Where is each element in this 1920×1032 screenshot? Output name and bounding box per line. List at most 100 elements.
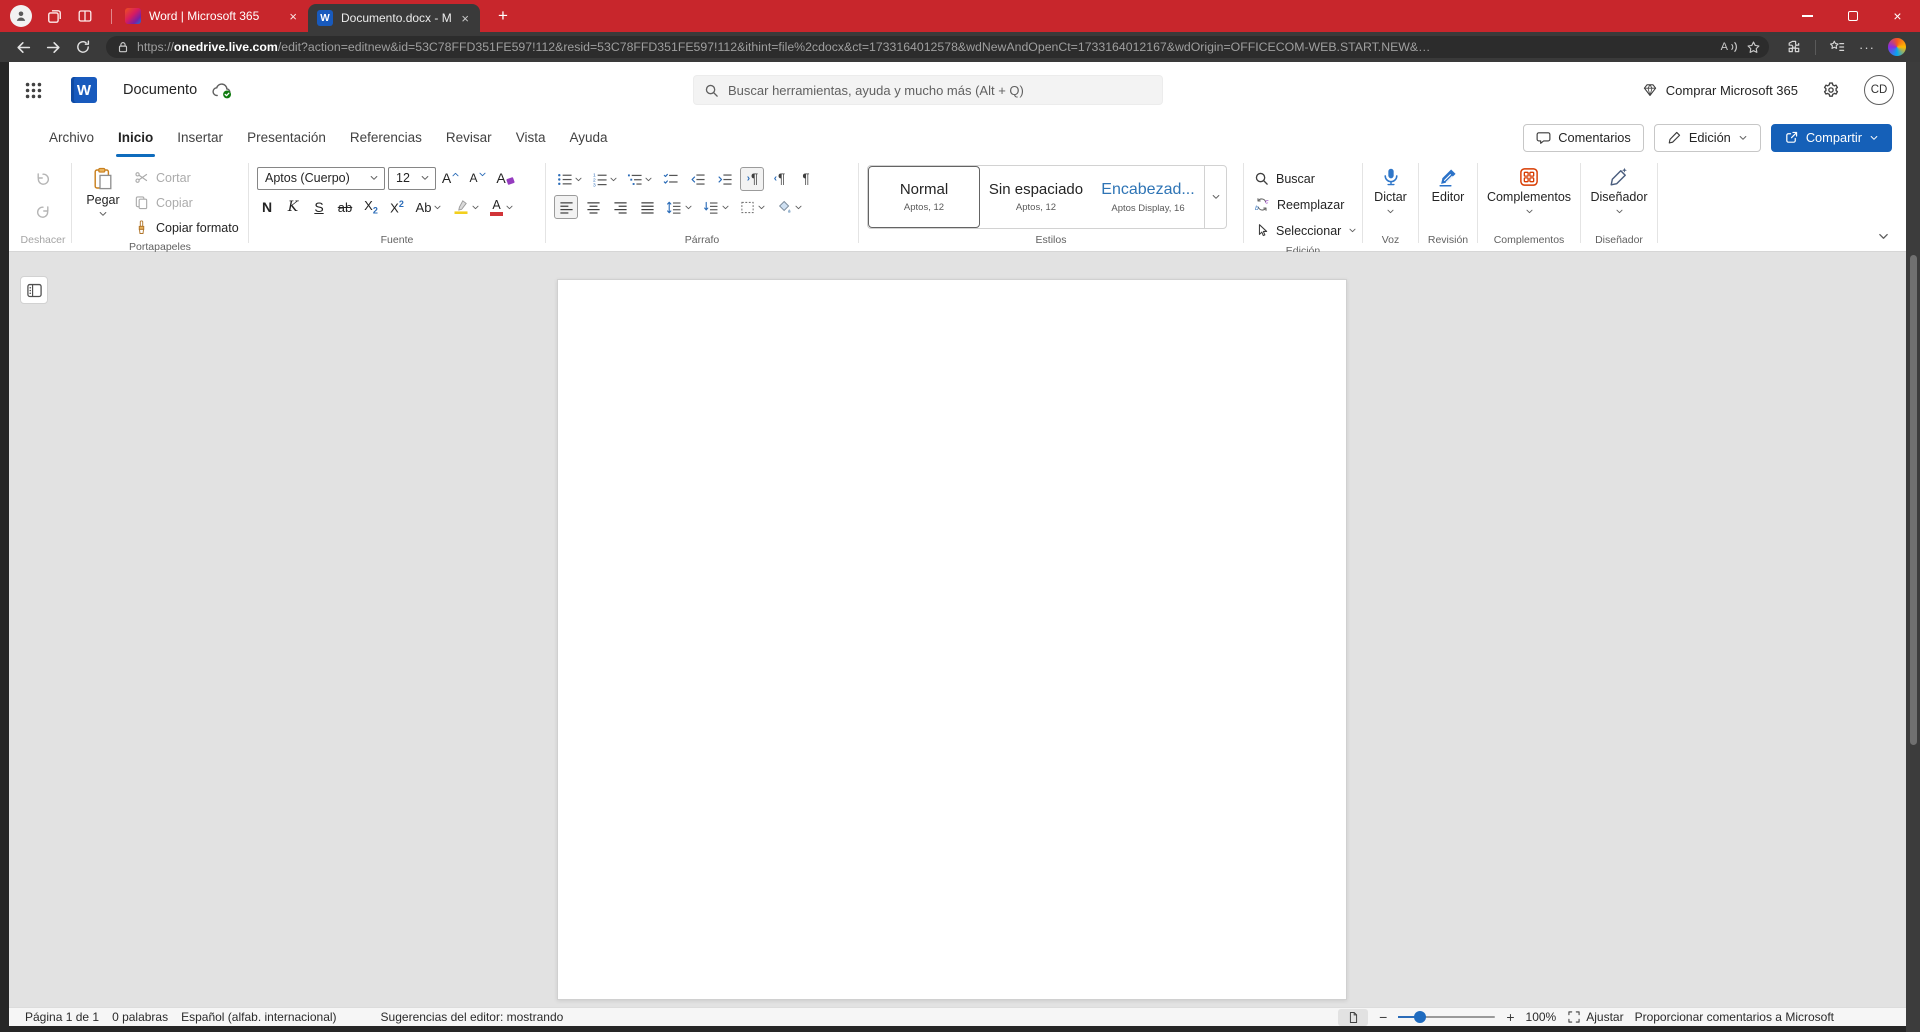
settings-gear-icon[interactable] xyxy=(1822,81,1840,99)
page-navigation-button[interactable] xyxy=(20,276,48,304)
underline-button[interactable]: S xyxy=(307,195,331,219)
page-count-status[interactable]: Página 1 de 1 xyxy=(25,1010,99,1024)
browser-tab-documento[interactable]: W Documento.docx - Microsoft Wor × xyxy=(308,4,480,32)
tab-archivo[interactable]: Archivo xyxy=(37,118,106,157)
lock-icon[interactable] xyxy=(116,40,130,54)
tab-ayuda[interactable]: Ayuda xyxy=(557,118,619,157)
workspaces-icon[interactable] xyxy=(46,8,63,25)
scrollbar[interactable] xyxy=(1906,62,1920,1032)
styles-gallery-expand-button[interactable] xyxy=(1204,166,1226,228)
increase-indent-button[interactable] xyxy=(713,167,737,191)
italic-button[interactable]: K xyxy=(281,195,305,219)
copy-button[interactable]: Copiar xyxy=(134,192,239,213)
tab-inicio[interactable]: Inicio xyxy=(106,118,165,157)
extensions-icon[interactable] xyxy=(1781,39,1807,55)
refresh-button[interactable] xyxy=(70,35,96,59)
comments-button[interactable]: Comentarios xyxy=(1523,124,1644,152)
numbered-list-button[interactable] xyxy=(589,167,621,191)
style-sin-espaciado[interactable]: Sin espaciadoAptos, 12 xyxy=(980,166,1092,228)
address-bar[interactable]: https://onedrive.live.com/edit?action=ed… xyxy=(106,36,1769,58)
addins-button[interactable]: Complementos xyxy=(1478,165,1580,216)
subscript-button[interactable]: X2 xyxy=(359,195,383,219)
fit-page-button[interactable]: Ajustar xyxy=(1567,1010,1623,1024)
maximize-button[interactable] xyxy=(1830,0,1875,32)
editor-button[interactable]: Editor xyxy=(1419,165,1477,204)
style-normal[interactable]: NormalAptos, 12 xyxy=(868,166,980,228)
paragraph-spacing-button[interactable] xyxy=(699,195,733,219)
feedback-link[interactable]: Proporcionar comentarios a Microsoft xyxy=(1635,1010,1834,1024)
document-title[interactable]: Documento xyxy=(123,82,197,98)
justify-button[interactable] xyxy=(635,195,659,219)
font-family-select[interactable]: Aptos (Cuerpo) xyxy=(257,167,385,190)
app-launcher-waffle-icon[interactable] xyxy=(24,81,43,100)
scrollbar-thumb[interactable] xyxy=(1910,255,1917,745)
document-page[interactable] xyxy=(557,279,1347,1000)
page-view-button[interactable] xyxy=(1338,1009,1368,1026)
select-button[interactable]: Seleccionar xyxy=(1254,219,1362,242)
favorites-icon[interactable] xyxy=(1824,39,1850,55)
split-screen-icon[interactable] xyxy=(77,8,93,24)
account-avatar[interactable]: CD xyxy=(1864,75,1894,105)
tab-referencias[interactable]: Referencias xyxy=(338,118,434,157)
collapse-ribbon-button[interactable] xyxy=(1877,230,1890,243)
bullet-list-button[interactable] xyxy=(554,167,586,191)
browser-tab-word-home[interactable]: Word | Microsoft 365 × xyxy=(116,0,308,32)
replace-button[interactable]: Reemplazar xyxy=(1254,193,1362,216)
tab-close-icon[interactable]: × xyxy=(459,12,471,25)
align-center-button[interactable] xyxy=(581,195,605,219)
ltr-direction-button[interactable]: ›¶ xyxy=(740,167,764,191)
close-window-button[interactable]: × xyxy=(1875,0,1920,32)
borders-button[interactable] xyxy=(736,195,770,219)
line-spacing-button[interactable] xyxy=(662,195,696,219)
buy-microsoft365-button[interactable]: Comprar Microsoft 365 xyxy=(1642,82,1798,98)
align-left-button[interactable] xyxy=(554,195,578,219)
show-formatting-marks-button[interactable]: ¶ xyxy=(794,167,818,191)
settings-more-icon[interactable]: ··· xyxy=(1854,40,1880,55)
zoom-slider[interactable] xyxy=(1398,1011,1495,1023)
language-status[interactable]: Español (alfab. internacional) xyxy=(181,1010,336,1024)
decrease-indent-button[interactable] xyxy=(686,167,710,191)
forward-button[interactable] xyxy=(40,35,66,59)
shading-button[interactable] xyxy=(773,195,807,219)
tab-revisar[interactable]: Revisar xyxy=(434,118,504,157)
url-text[interactable]: https://onedrive.live.com/edit?action=ed… xyxy=(137,40,1714,54)
dictate-button[interactable]: Dictar xyxy=(1363,165,1418,216)
multilevel-list-button[interactable] xyxy=(624,167,656,191)
font-size-select[interactable]: 12 xyxy=(388,167,436,190)
bold-button[interactable]: N xyxy=(255,195,279,219)
word-logo[interactable]: W xyxy=(71,77,97,103)
undo-button[interactable] xyxy=(31,167,55,191)
grow-font-button[interactable]: A xyxy=(439,166,463,190)
text-highlight-button[interactable] xyxy=(449,195,483,219)
font-color-button[interactable]: A xyxy=(485,195,519,219)
superscript-button[interactable]: X2 xyxy=(385,195,409,219)
cut-button[interactable]: Cortar xyxy=(134,167,239,188)
copilot-icon[interactable] xyxy=(1884,38,1910,56)
browser-profile-button[interactable] xyxy=(10,5,32,27)
designer-button[interactable]: Diseñador xyxy=(1581,165,1657,216)
tab-close-icon[interactable]: × xyxy=(287,10,299,23)
minimize-button[interactable] xyxy=(1785,0,1830,32)
word-count-status[interactable]: 0 palabras xyxy=(112,1010,168,1024)
clear-formatting-button[interactable]: A xyxy=(493,166,517,190)
zoom-out-button[interactable]: − xyxy=(1379,1009,1387,1025)
editing-mode-button[interactable]: Edición xyxy=(1654,124,1761,152)
share-button[interactable]: Compartir xyxy=(1771,124,1892,152)
tab-insertar[interactable]: Insertar xyxy=(165,118,235,157)
add-favorite-icon[interactable] xyxy=(1746,40,1761,55)
paste-button[interactable]: Pegar xyxy=(72,165,134,238)
style-encabezado[interactable]: Encabezad...Aptos Display, 16 xyxy=(1092,166,1204,228)
editor-suggestions-status[interactable]: Sugerencias del editor: mostrando xyxy=(381,1010,564,1024)
shrink-font-button[interactable]: A xyxy=(466,166,490,190)
zoom-in-button[interactable]: + xyxy=(1506,1009,1514,1025)
tab-vista[interactable]: Vista xyxy=(504,118,558,157)
saved-cloud-icon[interactable] xyxy=(211,81,233,99)
new-tab-button[interactable]: + xyxy=(492,6,514,26)
zoom-slider-thumb[interactable] xyxy=(1414,1011,1426,1023)
align-right-button[interactable] xyxy=(608,195,632,219)
rtl-direction-button[interactable]: ‹¶ xyxy=(767,167,791,191)
checklist-button[interactable] xyxy=(659,167,683,191)
more-font-options-button[interactable]: Ab xyxy=(411,195,447,219)
back-button[interactable] xyxy=(10,35,36,59)
read-aloud-icon[interactable]: A xyxy=(1721,40,1739,54)
